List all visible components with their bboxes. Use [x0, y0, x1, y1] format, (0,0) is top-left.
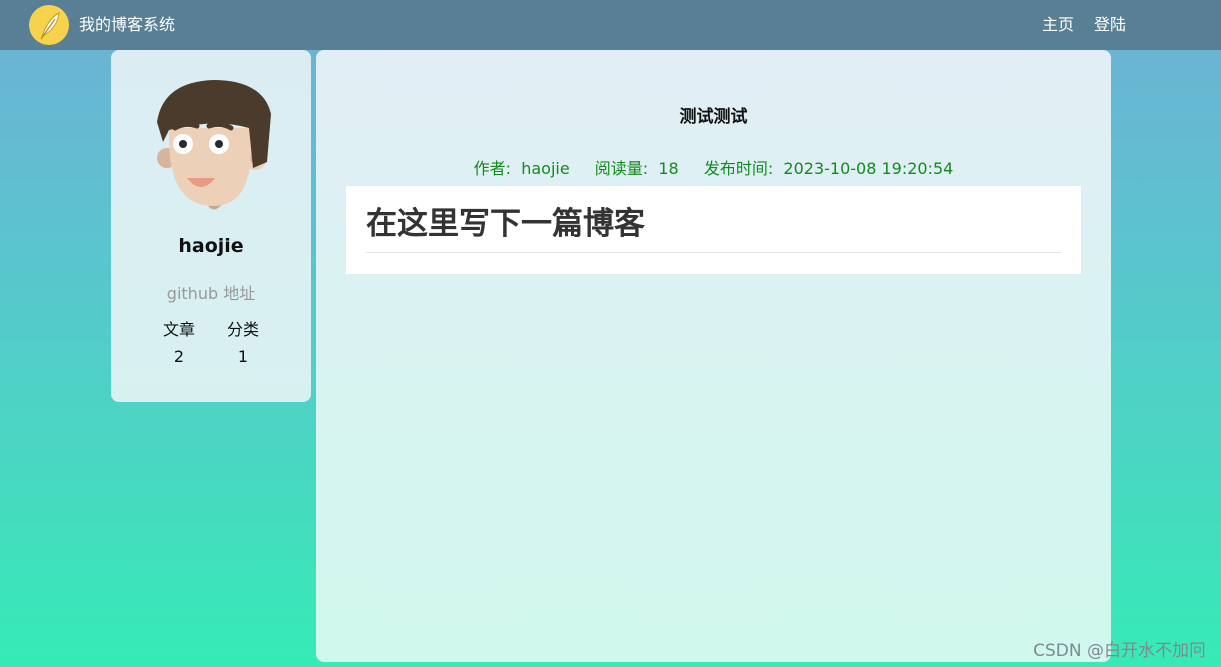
articles-label: 文章 [162, 320, 195, 339]
time-meta: 发布时间: 2023-10-08 19:20:54 [704, 159, 954, 178]
post-meta: 作者: haojie 阅读量: 18 发布时间: 2023-10-08 19:2… [316, 155, 1111, 179]
watermark: CSDN @白开水不加冋 [1033, 641, 1206, 661]
post-detail-panel: 测试测试 作者: haojie 阅读量: 18 发布时间: 2023-10-08… [316, 50, 1111, 662]
cartoon-avatar-icon [155, 78, 275, 222]
post-body: 在这里写下一篇博客 [346, 186, 1081, 274]
top-nav: 我的博客系统 主页 登陆 [0, 0, 1221, 50]
author-label: 作者: [473, 159, 512, 178]
categories-label: 分类 [226, 320, 259, 339]
nav-login-link[interactable]: 登陆 [1094, 15, 1126, 35]
author-meta: 作者: haojie [474, 159, 570, 178]
time-value: 2023-10-08 19:20:54 [783, 159, 954, 178]
post-body-heading: 在这里写下一篇博客 [366, 204, 1061, 253]
views-meta: 阅读量: 18 [595, 159, 679, 178]
time-label: 发布时间: [703, 159, 774, 178]
nav-home-link[interactable]: 主页 [1042, 15, 1074, 35]
views-label: 阅读量: [594, 159, 649, 178]
site-title[interactable]: 我的博客系统 [79, 15, 175, 35]
views-value: 18 [658, 159, 679, 178]
articles-count: 2 [173, 347, 185, 366]
profile-username: haojie [178, 235, 244, 257]
feather-quill-icon[interactable] [29, 5, 69, 45]
post-title: 测试测试 [679, 107, 748, 127]
github-link[interactable]: github 地址 [111, 280, 311, 304]
profile-card: haojie github 地址 文章 分类 2 1 [111, 50, 311, 402]
author-value: haojie [521, 159, 570, 178]
categories-count: 1 [237, 347, 249, 366]
